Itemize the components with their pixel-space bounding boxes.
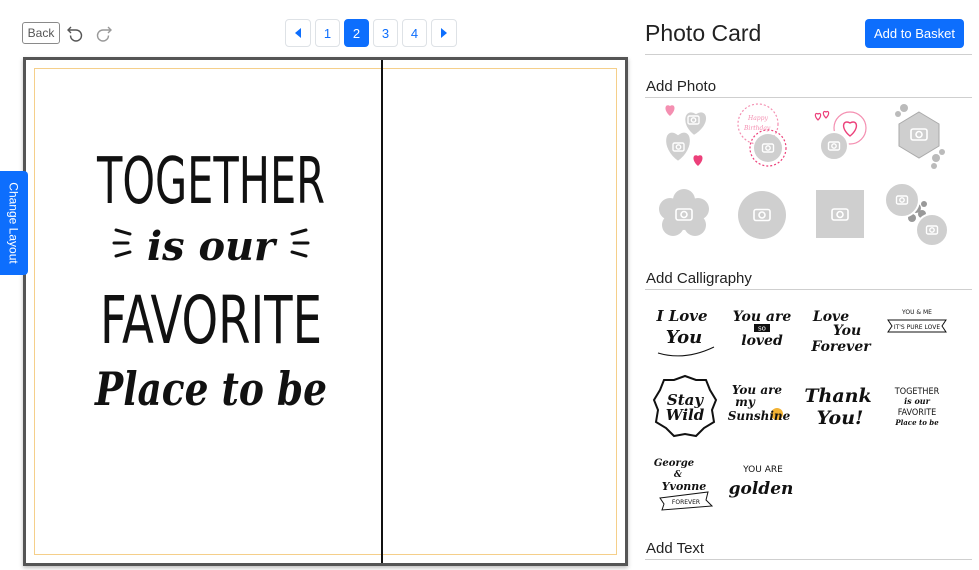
caret-right-icon <box>441 28 447 38</box>
calligraphy-you-are-so-loved[interactable]: You are so loved <box>727 295 797 365</box>
redo-icon[interactable] <box>94 23 114 43</box>
sparkle-right-icon <box>290 228 310 258</box>
svg-text:Sunshine: Sunshine <box>728 409 791 423</box>
svg-text:George: George <box>654 458 694 469</box>
square-frame[interactable] <box>805 180 875 250</box>
page-button-3[interactable]: 3 <box>373 19 398 47</box>
change-layout-label: Change Layout <box>7 182 21 264</box>
prev-page-button[interactable] <box>285 19 311 47</box>
svg-text:YOU & ME: YOU & ME <box>901 309 932 316</box>
calligraphy-together-favorite[interactable]: TOGETHER is our FAVORITE Place to be <box>882 372 952 442</box>
calligraphy-love-you-forever[interactable]: Love You Forever <box>805 297 875 367</box>
calligraphy-you-are-golden[interactable]: YOU ARE golden <box>727 450 797 520</box>
calligraphy-you-are-my-sunshine[interactable]: You are my Sunshine <box>727 372 797 442</box>
section-heading-add-calligraphy: Add Calligraphy <box>646 270 752 287</box>
next-page-button[interactable] <box>431 19 457 47</box>
svg-text:Forever: Forever <box>810 339 872 355</box>
card-fold-line <box>381 60 383 563</box>
svg-text:my: my <box>735 395 756 409</box>
floral-circles-frame[interactable] <box>882 178 952 248</box>
card-canvas[interactable]: TOGETHER is our FAVORITE Place to be <box>23 57 628 566</box>
calligraphy-you-and-me-pure-love[interactable]: YOU & ME IT'S PURE LOVE <box>882 290 952 360</box>
svg-text:so: so <box>758 325 766 333</box>
back-button[interactable]: Back <box>22 22 60 44</box>
art-line-is-our: is our <box>147 223 278 270</box>
add-photo-divider <box>645 97 972 98</box>
svg-text:Birthday: Birthday <box>743 125 771 132</box>
title-divider <box>645 54 972 55</box>
calligraphy-i-love-you[interactable]: I Love You <box>650 295 720 365</box>
page-button-4[interactable]: 4 <box>402 19 427 47</box>
happy-birthday-frame[interactable]: Happy Birthday <box>730 100 800 170</box>
sparkle-left-icon <box>112 228 132 258</box>
page-pagination: 1 2 3 4 <box>285 19 457 47</box>
section-heading-add-photo: Add Photo <box>646 78 717 95</box>
art-line-together: TOGETHER <box>96 145 325 219</box>
art-line-favorite: FAVORITE <box>100 282 322 359</box>
add-to-basket-button[interactable]: Add to Basket <box>865 19 964 48</box>
svg-text:FAVORITE: FAVORITE <box>898 408 937 418</box>
svg-text:Happy: Happy <box>747 115 768 122</box>
svg-text:&: & <box>674 470 683 480</box>
calligraphy-thank-you[interactable]: Thank You! <box>804 372 874 442</box>
hearts-frame[interactable] <box>652 100 722 170</box>
floral-hexagon-frame[interactable] <box>884 100 954 170</box>
svg-text:Thank: Thank <box>804 385 871 407</box>
svg-text:Yvonne: Yvonne <box>662 480 707 493</box>
svg-text:Place to be: Place to be <box>894 418 939 427</box>
svg-text:You!: You! <box>817 407 864 429</box>
together-calligraphy-artwork[interactable]: TOGETHER is our FAVORITE Place to be <box>86 135 336 415</box>
circle-frame[interactable] <box>727 180 797 250</box>
svg-text:golden: golden <box>729 479 794 499</box>
svg-text:loved: loved <box>741 333 783 349</box>
svg-text:I Love: I Love <box>655 307 707 325</box>
calligraphy-stay-wild[interactable]: Stay Wild <box>650 372 720 442</box>
calligraphy-george-yvonne-forever[interactable]: George & Yvonne FOREVER <box>650 450 720 520</box>
add-text-divider <box>645 559 972 560</box>
svg-text:is our: is our <box>904 396 930 406</box>
svg-text:Wild: Wild <box>666 406 705 424</box>
love-hearts-frame[interactable] <box>810 100 880 170</box>
panel-title: Photo Card <box>645 20 762 46</box>
svg-text:YOU ARE: YOU ARE <box>742 465 783 475</box>
caret-left-icon <box>295 28 301 38</box>
art-line-place-to-be: Place to be <box>93 362 327 415</box>
svg-text:IT'S PURE LOVE: IT'S PURE LOVE <box>894 324 941 331</box>
svg-text:You are: You are <box>733 309 792 325</box>
section-heading-add-text: Add Text <box>646 540 705 557</box>
svg-text:You: You <box>833 323 861 339</box>
svg-text:You: You <box>666 327 702 348</box>
page-button-1[interactable]: 1 <box>315 19 340 47</box>
undo-icon[interactable] <box>65 23 85 43</box>
change-layout-button[interactable]: Change Layout <box>0 171 28 275</box>
page-button-2[interactable]: 2 <box>344 19 369 47</box>
svg-text:FOREVER: FOREVER <box>672 499 700 506</box>
flower-frame[interactable] <box>650 180 720 250</box>
